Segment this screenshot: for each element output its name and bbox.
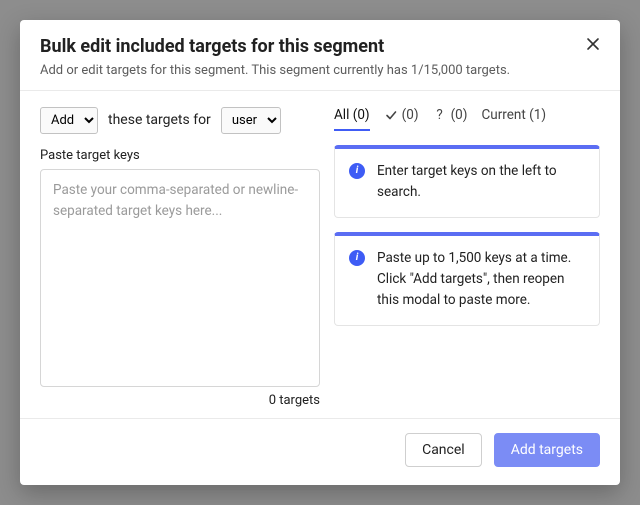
tab-matched-count: (0) [402,107,419,123]
close-icon [586,38,600,55]
left-column: Add these targets for user Paste target … [40,107,320,408]
modal-subtitle: Add or edit targets for this segment. Th… [40,63,600,78]
info-card-limit: i Paste up to 1,500 keys at a time. Clic… [334,232,600,326]
controls-row: Add these targets for user [40,107,320,134]
info-card-limit-text: Paste up to 1,500 keys at a time. Click … [377,248,585,311]
modal-header: Bulk edit included targets for this segm… [20,20,620,91]
info-card-search-text: Enter target keys on the left to search. [377,161,585,203]
tab-all-label: All (0) [334,107,370,123]
check-icon [384,108,398,122]
tab-unknown-count: (0) [451,107,468,123]
controls-mid-text: these targets for [108,111,211,129]
add-targets-button[interactable]: Add targets [494,433,600,467]
tab-matched[interactable]: (0) [384,107,419,131]
context-select[interactable]: user [221,107,281,134]
paste-label: Paste target keys [40,148,320,163]
action-select[interactable]: Add [40,107,98,134]
modal-body: Add these targets for user Paste target … [20,91,620,419]
cancel-button[interactable]: Cancel [405,433,482,467]
paste-textarea[interactable] [40,169,320,387]
results-tabs: All (0) (0) ? (0) Current (1) [334,107,600,131]
info-icon: i [349,250,365,266]
tab-unknown[interactable]: ? (0) [433,107,468,131]
info-icon: i [349,163,365,179]
info-card-search: i Enter target keys on the left to searc… [334,145,600,218]
bulk-edit-modal: Bulk edit included targets for this segm… [20,20,620,485]
tab-all[interactable]: All (0) [334,107,370,131]
question-icon: ? [433,108,447,122]
right-column: All (0) (0) ? (0) Current (1) i [334,107,600,408]
tab-current-label: Current (1) [481,107,546,123]
close-button[interactable] [580,34,604,58]
modal-footer: Cancel Add targets [20,419,620,485]
targets-count: 0 targets [40,393,320,408]
modal-title: Bulk edit included targets for this segm… [40,36,600,57]
tab-current[interactable]: Current (1) [481,107,546,131]
